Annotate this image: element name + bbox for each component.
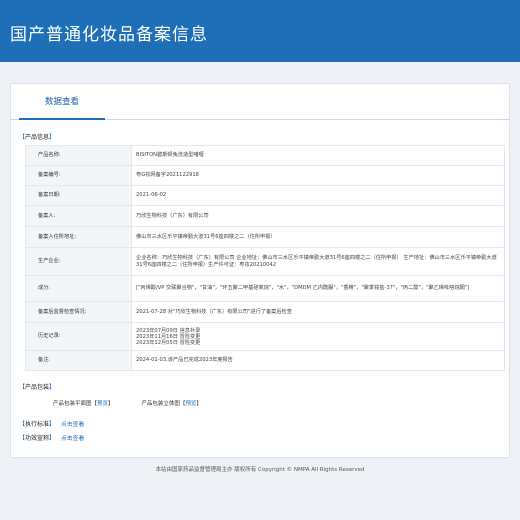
row-label: 备案编号: [25,165,132,186]
tab-bar: 数据查看 [11,84,509,120]
packaging-item-3d: 产品包装立体图【预览】 [141,401,202,407]
row-value: 粤G妆网备字2021122918 [131,165,505,186]
packaging-list: 产品包装平面图【预览】 产品包装立体图【预览】 [53,399,228,407]
efficacy-view-link[interactable]: 点击查看 [61,436,84,442]
row-value: 巧欣生物科技（广东）有限公司 [131,205,505,227]
content-card: 数据查看 【产品信息】 产品名称: BISITON碧斯顿兔洗造型啫喱 备案编号:… [10,83,510,458]
standard-row: 【执行标准】 点击查看 [19,419,84,428]
row-label: 成分: [25,275,132,302]
row-value: 2023年07月09日 信息补录 2023年11月16日 冒险变更 2023年1… [131,322,505,351]
row-value: 2021-07-28 对"巧欣生物科技（广东）有限公司"进行了备案后检查 [131,301,505,323]
row-value: 2024-01-03,该产品已完成2023年度报告 [131,350,505,371]
packaging-item-name: 产品包装平面图 [53,401,92,407]
row-label: 历史记录: [25,322,132,351]
row-value: ["丙烯酸/VP 交联聚合物"，"甘油"，"环五聚二甲基硅氧烷"，"水"，"DM… [131,275,505,302]
table-row: 备案编号: 粤G妆网备字2021122918 [25,165,505,186]
standard-view-link[interactable]: 点击查看 [61,422,84,428]
efficacy-title-text: 功效宣称 [25,435,50,442]
row-label: 备注: [25,350,132,371]
table-row: 备注: 2024-01-03,该产品已完成2023年度报告 [25,350,505,371]
preview-link-3d[interactable]: 预览 [185,401,196,407]
packaging-item-flat: 产品包装平面图【预览】 [53,401,114,407]
table-row: 备案日期: 2021-06-02 [25,185,505,206]
footer-text: 本站由国家药品监督管理局主办 版权所有 Copyright © NMPA All… [155,467,365,473]
page-title: 国产普通化妆品备案信息 [10,25,208,45]
product-info-table: 产品名称: BISITON碧斯顿兔洗造型啫喱 备案编号: 粤G妆网备字20211… [25,145,505,371]
row-label: 备案后监督检查情况: [25,301,132,323]
table-row: 备案人: 巧欣生物科技（广东）有限公司 [25,205,505,227]
packaging-title-text: 产品包装 [25,384,50,391]
table-row: 备案人住所地址: 佛山市三水区乐平镇帝勤大道31号6座四楼之二（住所申报） [25,226,505,248]
product-info-title: 【产品信息】 [19,134,56,141]
row-label: 生产企业: [25,247,132,276]
row-label: 备案人住所地址: [25,226,132,248]
table-row: 产品名称: BISITON碧斯顿兔洗造型啫喱 [25,145,505,166]
table-row: 历史记录: 2023年07月09日 信息补录 2023年11月16日 冒险变更 … [25,322,505,351]
footer: 本站由国家药品监督管理局主办 版权所有 Copyright © NMPA All… [0,465,520,473]
product-info-title-text: 产品信息 [25,134,50,141]
table-row: 成分: ["丙烯酸/VP 交联聚合物"，"甘油"，"环五聚二甲基硅氧烷"，"水"… [25,275,505,302]
preview-link-flat[interactable]: 预览 [97,401,108,407]
packaging-title: 【产品包装】 [19,384,56,391]
packaging-item-name: 产品包装立体图 [141,401,180,407]
row-label: 产品名称: [25,145,132,166]
row-value: 企业名称：巧欣生物科技（广东）有限公司 企业地址：佛山市三水区乐平镇帝勤大道31… [131,247,505,276]
row-value: 佛山市三水区乐平镇帝勤大道31号6座四楼之二（住所申报） [131,226,505,248]
efficacy-title: 【功效宣称】 [19,435,56,442]
page-header: 国产普通化妆品备案信息 [0,0,520,62]
row-value: BISITON碧斯顿兔洗造型啫喱 [131,145,505,166]
standard-title-text: 执行标准 [25,421,50,428]
efficacy-row: 【功效宣称】 点击查看 [19,433,84,442]
standard-title: 【执行标准】 [19,421,56,428]
row-label: 备案日期: [25,185,132,206]
tab-data-view[interactable]: 数据查看 [19,84,105,120]
table-row: 备案后监督检查情况: 2021-07-28 对"巧欣生物科技（广东）有限公司"进… [25,301,505,323]
row-value: 2021-06-02 [131,185,505,206]
table-row: 生产企业: 企业名称：巧欣生物科技（广东）有限公司 企业地址：佛山市三水区乐平镇… [25,247,505,276]
row-label: 备案人: [25,205,132,227]
